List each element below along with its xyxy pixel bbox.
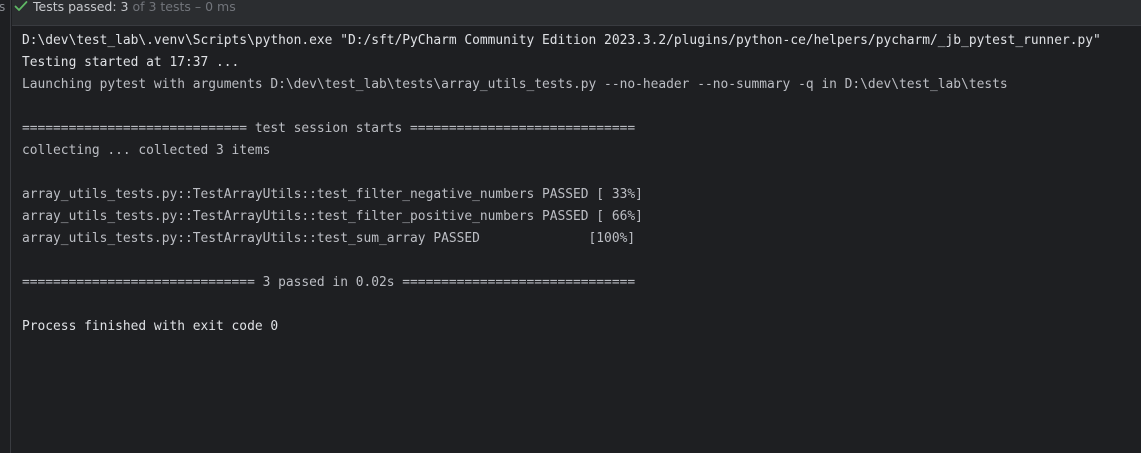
left-tool-gutter: s [0, 0, 11, 453]
console-line: collecting ... collected 3 items [22, 143, 271, 158]
console-line: array_utils_tests.py::TestArrayUtils::te… [22, 231, 636, 246]
console-line: Testing started at 17:37 ... [22, 55, 240, 70]
tests-passed-label: Tests passed: 3 [33, 0, 129, 14]
test-status-text: Tests passed: 3 of 3 tests – 0 ms [33, 0, 236, 13]
console-line: Process finished with exit code 0 [22, 319, 279, 334]
tests-total-label: of 3 tests – 0 ms [128, 0, 236, 14]
check-icon [14, 1, 28, 11]
console-line: array_utils_tests.py::TestArrayUtils::te… [22, 187, 643, 202]
run-console-output[interactable]: D:\dev\test_lab\.venv\Scripts\python.exe… [12, 27, 1141, 453]
test-status-bar: Tests passed: 3 of 3 tests – 0 ms [12, 0, 1141, 26]
console-line: array_utils_tests.py::TestArrayUtils::te… [22, 209, 643, 224]
console-line: ============================== 3 passed … [22, 275, 636, 290]
console-line: ============================= test sessi… [22, 121, 636, 136]
console-line: Launching pytest with arguments D:\dev\t… [22, 77, 1008, 92]
console-line: D:\dev\test_lab\.venv\Scripts\python.exe… [22, 33, 1101, 48]
gutter-letter: s [0, 0, 6, 14]
